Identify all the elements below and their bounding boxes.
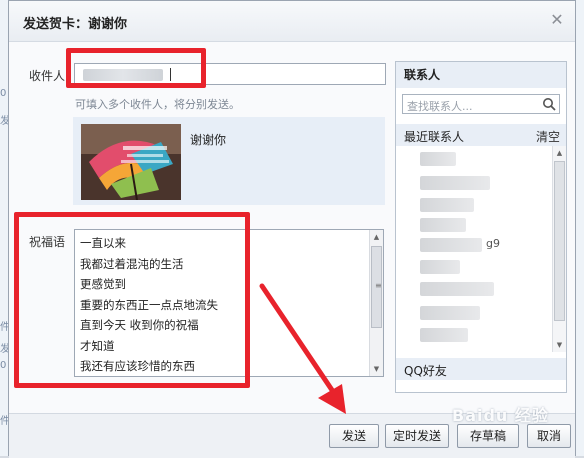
annotation-arrow-icon bbox=[259, 283, 346, 414]
watermark: Baidu 经验 bbox=[452, 406, 549, 425]
